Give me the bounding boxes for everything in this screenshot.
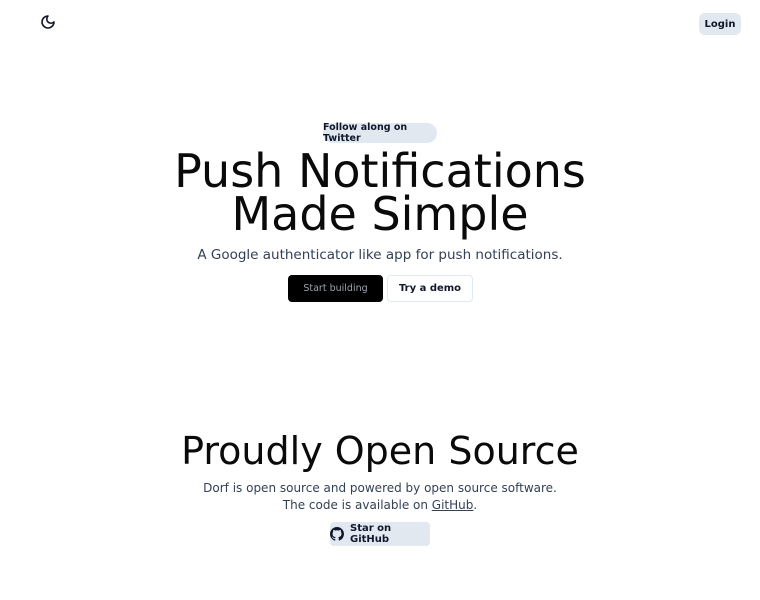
open-source-title: Proudly Open Source <box>181 429 579 473</box>
twitter-follow-badge[interactable]: Follow along on Twitter <box>323 122 437 144</box>
open-source-text-line1: Dorf is open source and powered by open … <box>203 481 557 495</box>
try-demo-button[interactable]: Try a demo <box>387 275 473 302</box>
hero-subtitle: A Google authenticator like app for push… <box>197 247 563 263</box>
star-on-github-button[interactable]: Star on GitHub <box>330 522 430 546</box>
login-button[interactable]: Login <box>699 13 741 35</box>
github-link[interactable]: GitHub <box>432 498 474 512</box>
theme-toggle-button[interactable] <box>38 14 58 34</box>
open-source-text-suffix: . <box>473 498 478 512</box>
start-building-button[interactable]: Start building <box>288 275 383 302</box>
open-source-description: Dorf is open source and powered by open … <box>0 480 760 514</box>
open-source-text-prefix: The code is available on <box>282 498 432 512</box>
moon-icon <box>40 14 56 34</box>
github-icon <box>330 527 344 541</box>
star-on-github-label: Star on GitHub <box>350 523 392 545</box>
hero-title-line2: Made Simple <box>231 187 529 241</box>
hero-title: Push Notifications Made Simple <box>0 148 760 241</box>
